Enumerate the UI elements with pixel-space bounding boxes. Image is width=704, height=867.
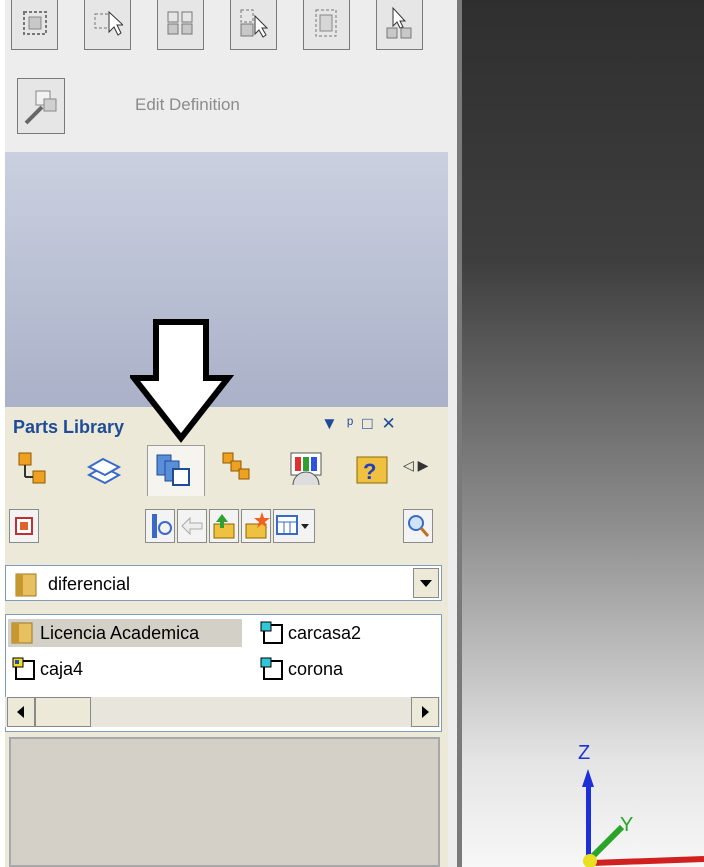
pointer-arrow-annotation — [130, 319, 234, 443]
up-folder-button[interactable] — [209, 509, 239, 543]
axis-z-label: Z — [578, 742, 590, 764]
up-folder-icon — [213, 514, 235, 539]
command-toolbar: Edit Definition — [5, 0, 448, 152]
list-item[interactable]: corona — [256, 655, 436, 683]
part-preview-pane — [9, 737, 440, 867]
parts-library-toolbar — [5, 501, 448, 551]
axis-y-label: Y — [620, 814, 633, 836]
back-button[interactable] — [177, 509, 207, 543]
axis-triad-icon: Z Y — [578, 742, 704, 867]
panel-window-controls[interactable]: ▼ᵖ□✕ — [321, 414, 405, 434]
restore-view-button[interactable] — [9, 509, 39, 543]
folder-icon — [15, 573, 37, 597]
edit-definition-button[interactable] — [17, 78, 65, 134]
list-item[interactable]: carcasa2 — [256, 619, 436, 647]
edit-definition-label: Edit Definition — [135, 95, 240, 114]
part-file-icon — [260, 657, 283, 680]
layers-tab-icon[interactable] — [85, 449, 123, 489]
view-mode-dropdown[interactable] — [273, 509, 315, 543]
new-folder-button[interactable] — [241, 509, 271, 543]
drag-part-button[interactable] — [376, 0, 423, 50]
tab-scroll-arrows[interactable]: ◁ ▶ — [403, 457, 428, 474]
maximize-icon[interactable]: □ — [362, 414, 381, 433]
path-combobox[interactable]: diferencial — [5, 565, 442, 601]
window-icon — [15, 517, 33, 535]
part-tool-button[interactable] — [11, 0, 58, 50]
properties-icon — [152, 514, 172, 538]
edit-definition-icon — [24, 90, 57, 125]
help-tab-icon[interactable]: ? — [353, 449, 391, 489]
part-file-icon — [260, 621, 283, 644]
properties-button[interactable] — [145, 509, 175, 543]
scroll-left-button[interactable] — [7, 697, 35, 727]
panel-menu-icon[interactable]: ▼ — [321, 414, 347, 433]
list-item[interactable]: caja4 — [8, 655, 208, 683]
close-icon[interactable]: ✕ — [382, 414, 405, 433]
horizontal-scrollbar[interactable] — [5, 697, 440, 727]
part-icon — [23, 11, 47, 35]
select-edge-icon — [240, 9, 269, 38]
box-part-icon — [315, 9, 337, 37]
scroll-right-button[interactable] — [411, 697, 439, 727]
chevron-right-icon — [422, 706, 429, 718]
pattern-button[interactable] — [157, 0, 204, 50]
box-part-button[interactable] — [303, 0, 350, 50]
search-button[interactable] — [403, 509, 433, 543]
panel-title: Parts Library — [13, 417, 125, 437]
drag-part-icon — [386, 6, 412, 39]
select-part-button[interactable] — [84, 0, 131, 50]
list-item[interactable]: Licencia Academica — [8, 619, 242, 647]
path-combobox-value: diferencial — [48, 574, 131, 594]
search-icon — [408, 515, 430, 537]
pattern-icon — [167, 11, 193, 35]
pin-icon[interactable]: ᵖ — [347, 414, 362, 433]
parts-library-panel: Parts Library ▼ᵖ□✕ ? ◁ ▶ diferencial Lic… — [5, 407, 448, 867]
chevron-left-icon — [17, 706, 24, 718]
select-edge-button[interactable] — [230, 0, 277, 50]
svg-text:?: ? — [363, 459, 376, 484]
3d-viewport[interactable]: Z Y — [462, 0, 704, 867]
parts-library-tab-icon[interactable] — [155, 449, 193, 489]
assembly-tab-icon[interactable] — [219, 449, 257, 489]
folder-icon — [11, 622, 33, 644]
display-properties-tab-icon[interactable] — [287, 449, 325, 489]
new-folder-icon — [245, 512, 270, 539]
combobox-dropdown-button[interactable] — [413, 568, 439, 598]
feature-tree-tab-icon[interactable] — [13, 449, 51, 489]
chevron-down-icon — [420, 580, 432, 587]
select-part-icon — [94, 10, 123, 36]
scroll-thumb[interactable] — [35, 697, 91, 727]
assembly-file-icon — [12, 657, 35, 680]
back-arrow-icon — [181, 516, 203, 536]
view-grid-icon — [276, 515, 309, 535]
